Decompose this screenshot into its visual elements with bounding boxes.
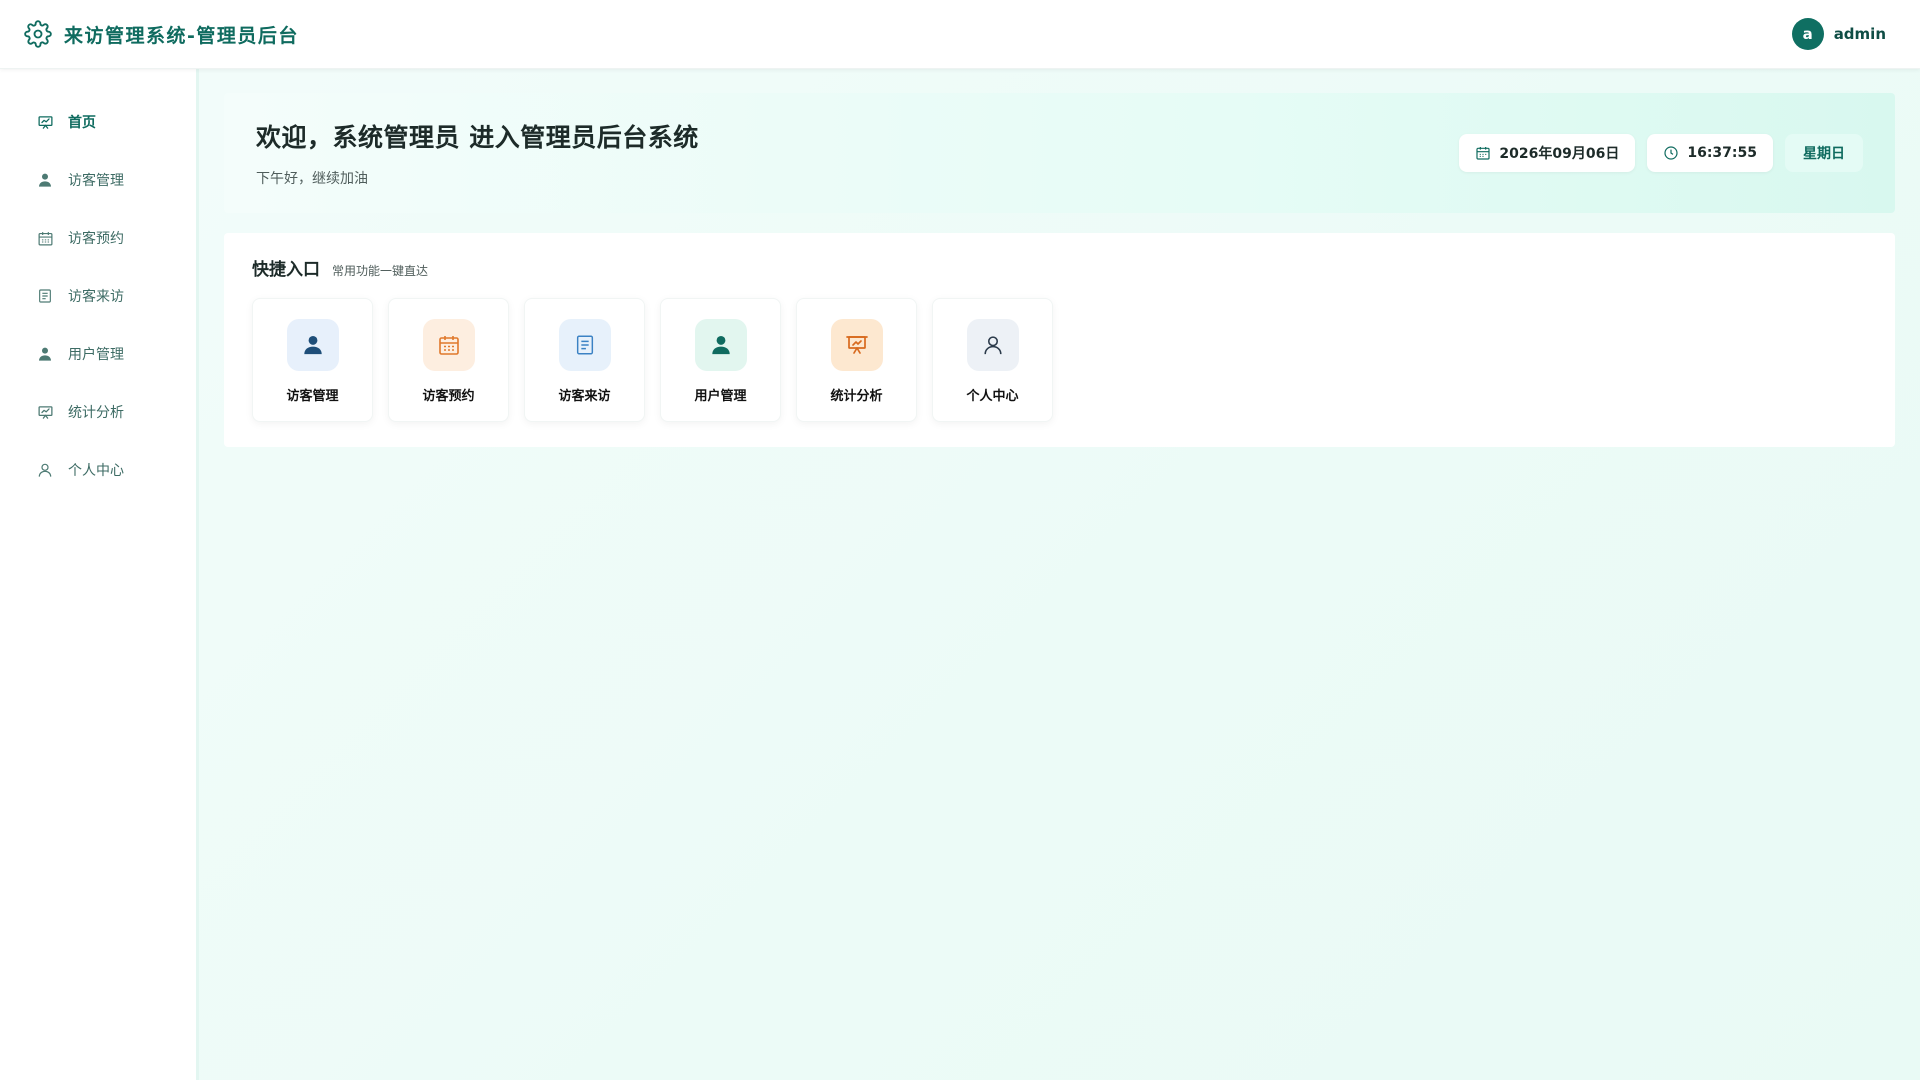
calendar-icon bbox=[1475, 145, 1491, 161]
calendar-icon bbox=[422, 319, 475, 371]
quick-card-visitor-appointment[interactable]: 访客预约 bbox=[388, 298, 509, 422]
document-icon bbox=[558, 319, 611, 371]
datetime-chips: 2026年09月06日 16:37:55 星期日 bbox=[1459, 134, 1863, 172]
sidebar-item-visitor-appointment[interactable]: 访客预约 bbox=[0, 209, 196, 267]
quick-card-label: 统计分析 bbox=[830, 389, 883, 404]
weekday-chip: 星期日 bbox=[1785, 134, 1863, 172]
sidebar-item-label: 个人中心 bbox=[68, 463, 124, 479]
quick-card-label: 访客预约 bbox=[422, 389, 475, 404]
avatar[interactable]: a bbox=[1791, 18, 1824, 50]
calendar-icon bbox=[36, 229, 54, 247]
sidebar-item-label: 统计分析 bbox=[68, 405, 124, 421]
quick-card-label: 用户管理 bbox=[694, 389, 747, 404]
gear-icon bbox=[24, 20, 52, 48]
top-header: 来访管理系统-管理员后台 a admin bbox=[0, 0, 1920, 69]
clock-icon bbox=[1663, 145, 1679, 161]
user-outline-icon bbox=[966, 319, 1019, 371]
presentation-icon bbox=[36, 113, 54, 131]
sidebar-item-label: 访客来访 bbox=[68, 289, 124, 305]
welcome-banner: 欢迎，系统管理员 进入管理员后台系统 下午好，继续加油 2026年09月06日 … bbox=[224, 93, 1895, 213]
quick-card-profile[interactable]: 个人中心 bbox=[932, 298, 1053, 422]
sidebar-item-label: 用户管理 bbox=[68, 347, 124, 363]
welcome-text: 欢迎，系统管理员 进入管理员后台系统 下午好，继续加油 bbox=[256, 118, 699, 188]
user-icon bbox=[36, 345, 54, 363]
quick-access-title: 快捷入口 bbox=[252, 260, 320, 280]
sidebar-item-label: 访客管理 bbox=[68, 173, 124, 189]
time-chip: 16:37:55 bbox=[1647, 134, 1773, 172]
app-title: 来访管理系统-管理员后台 bbox=[64, 24, 299, 47]
brand: 来访管理系统-管理员后台 bbox=[24, 20, 299, 48]
sidebar-item-visitor-management[interactable]: 访客管理 bbox=[0, 151, 196, 209]
sidebar: 首页 访客管理 访客预约 访客来访 用户管理 统计分析 个人中心 bbox=[0, 69, 199, 1080]
greeting: 下午好，继续加油 bbox=[256, 171, 368, 187]
quick-access-header: 快捷入口 常用功能一键直达 bbox=[252, 255, 1867, 280]
sidebar-item-visitor-visit[interactable]: 访客来访 bbox=[0, 267, 196, 325]
sidebar-item-label: 首页 bbox=[68, 115, 96, 131]
main-content: 欢迎，系统管理员 进入管理员后台系统 下午好，继续加油 2026年09月06日 … bbox=[199, 69, 1920, 1080]
sidebar-item-profile[interactable]: 个人中心 bbox=[0, 441, 196, 499]
quick-access-panel: 快捷入口 常用功能一键直达 访客管理 访客预约 访客来访 用户管理 统计分析 个… bbox=[224, 233, 1895, 447]
user-icon bbox=[36, 171, 54, 189]
presentation-icon bbox=[830, 319, 883, 371]
user-outline-icon bbox=[36, 461, 54, 479]
quick-card-visitor-management[interactable]: 访客管理 bbox=[252, 298, 373, 422]
sidebar-item-home[interactable]: 首页 bbox=[0, 93, 196, 151]
document-icon bbox=[36, 287, 54, 305]
sidebar-item-label: 访客预约 bbox=[68, 231, 124, 247]
quick-card-label: 访客管理 bbox=[286, 389, 339, 404]
quick-card-user-management[interactable]: 用户管理 bbox=[660, 298, 781, 422]
presentation-icon bbox=[36, 403, 54, 421]
page-title: 欢迎，系统管理员 进入管理员后台系统 bbox=[256, 123, 699, 152]
quick-card-label: 访客来访 bbox=[558, 389, 611, 404]
quick-access-cards: 访客管理 访客预约 访客来访 用户管理 统计分析 个人中心 bbox=[252, 298, 1867, 422]
sidebar-item-statistics[interactable]: 统计分析 bbox=[0, 383, 196, 441]
user-menu[interactable]: a admin bbox=[1791, 18, 1886, 50]
sidebar-item-user-management[interactable]: 用户管理 bbox=[0, 325, 196, 383]
quick-card-visitor-visit[interactable]: 访客来访 bbox=[524, 298, 645, 422]
date-text: 2026年09月06日 bbox=[1499, 146, 1620, 162]
quick-card-statistics[interactable]: 统计分析 bbox=[796, 298, 917, 422]
user-icon bbox=[694, 319, 747, 371]
username[interactable]: admin bbox=[1834, 25, 1886, 43]
date-chip: 2026年09月06日 bbox=[1459, 134, 1636, 172]
quick-access-subtitle: 常用功能一键直达 bbox=[332, 264, 429, 278]
user-icon bbox=[286, 319, 339, 371]
weekday-text: 星期日 bbox=[1803, 146, 1845, 162]
time-text: 16:37:55 bbox=[1687, 145, 1757, 161]
quick-card-label: 个人中心 bbox=[966, 389, 1019, 404]
